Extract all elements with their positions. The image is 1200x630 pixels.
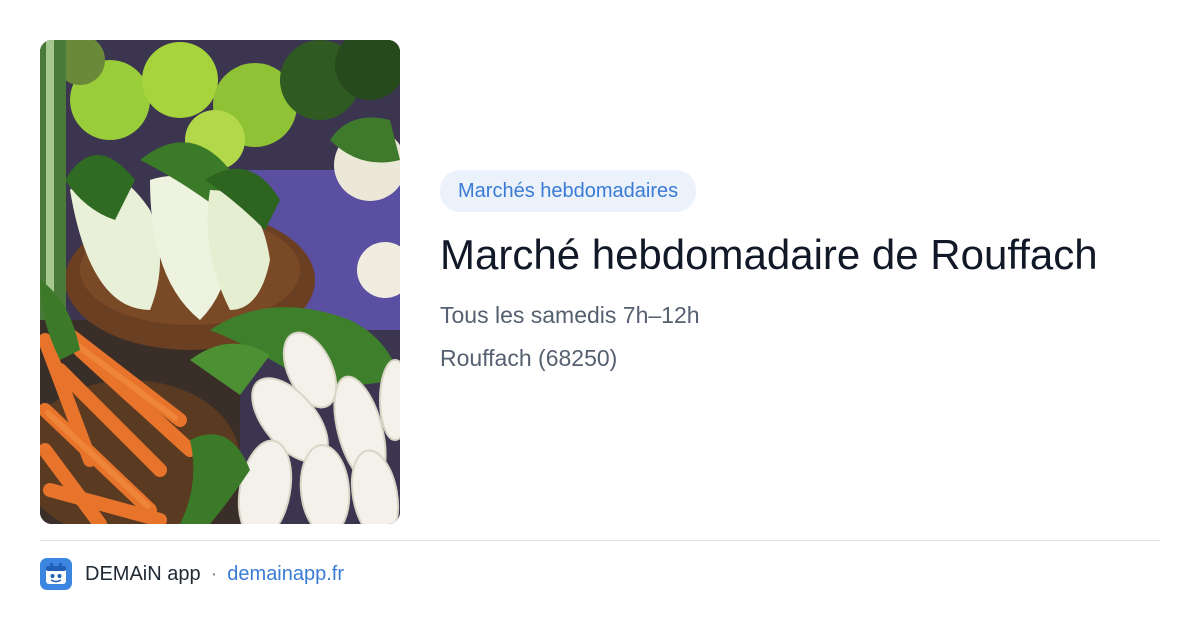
footer: DEMAiN app · demainapp.fr: [40, 558, 344, 590]
category-chip[interactable]: Marchés hebdomadaires: [440, 170, 697, 212]
footer-separator: ·: [210, 562, 218, 585]
site-link[interactable]: demainapp.fr: [227, 563, 344, 586]
event-location: Rouffach (68250): [440, 345, 618, 371]
demain-app-logo-icon: [40, 558, 72, 590]
brand-name: DEMAiN app: [85, 562, 201, 585]
event-title: Marché hebdomadaire de Rouffach: [440, 231, 1098, 278]
event-info: Marchés hebdomadaires Marché hebdomadair…: [440, 170, 1160, 373]
market-vegetables-image: [40, 40, 400, 524]
event-schedule: Tous les samedis 7h–12h: [440, 302, 700, 328]
footer-divider: [40, 540, 1160, 541]
